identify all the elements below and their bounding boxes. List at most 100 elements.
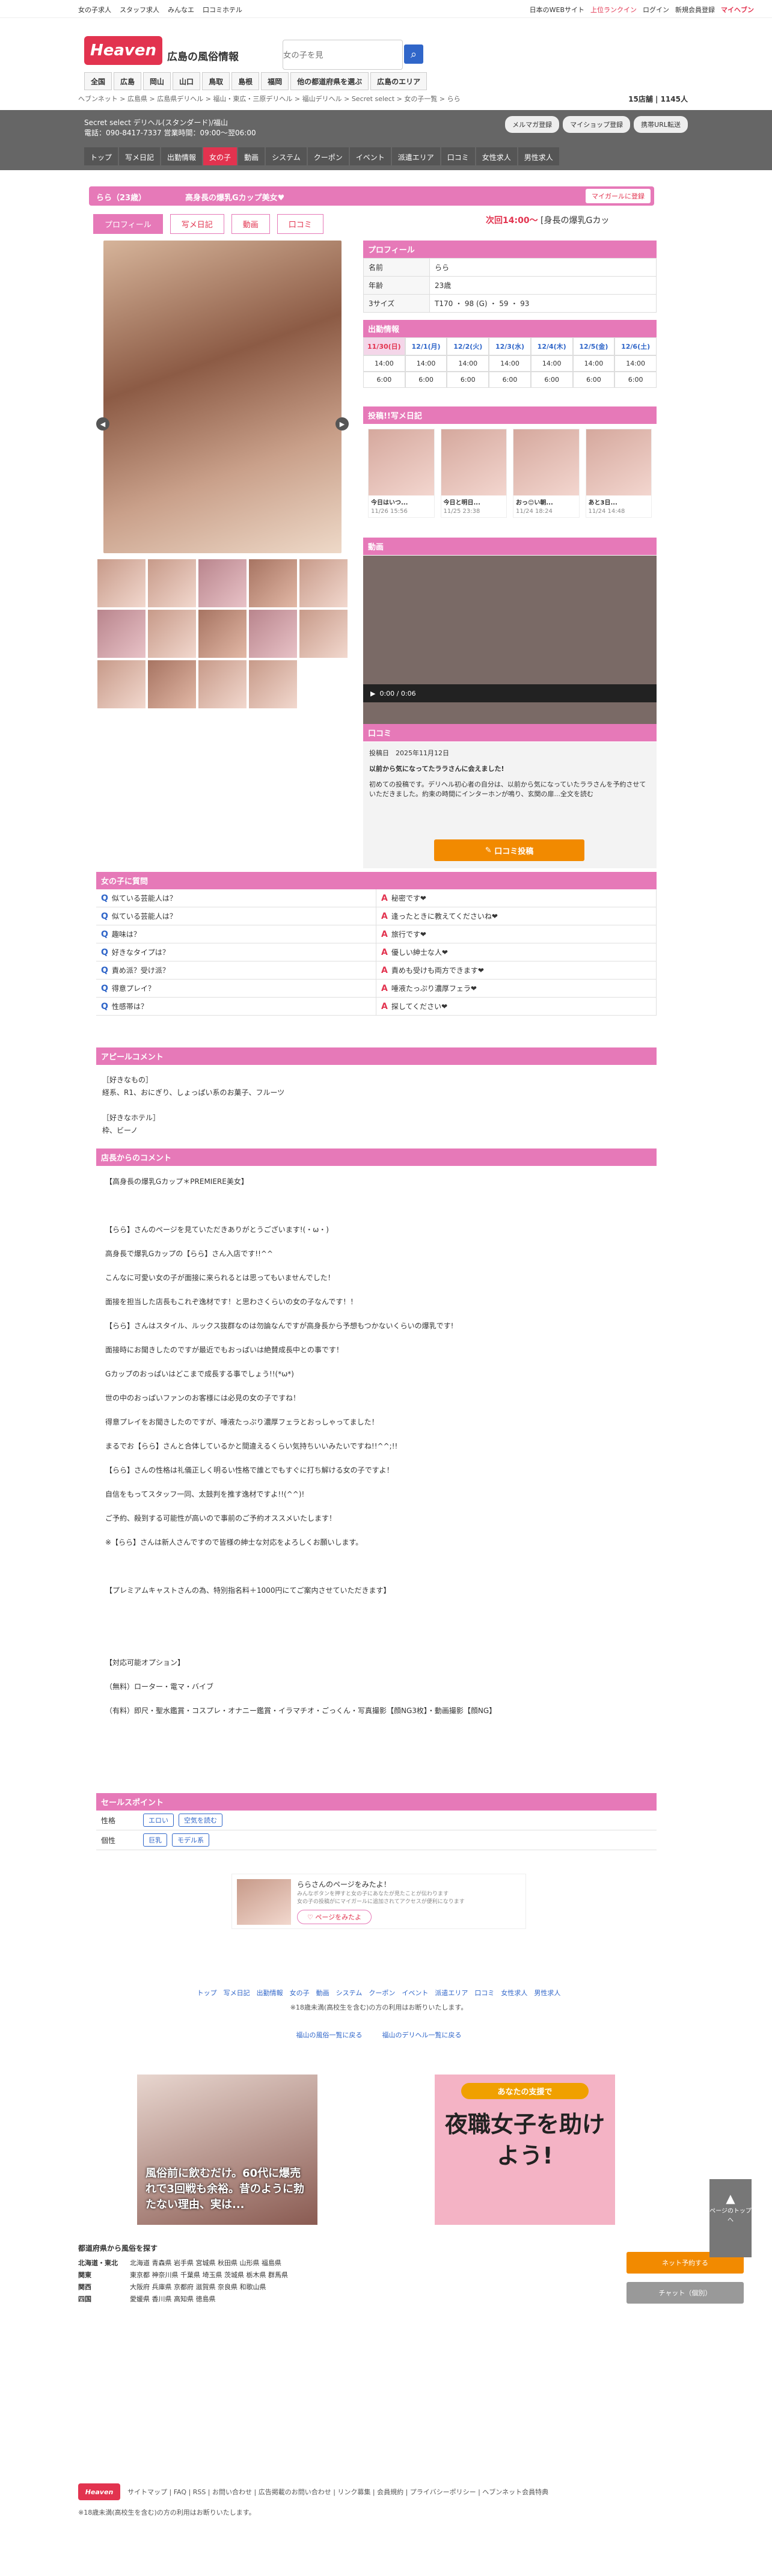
breadcrumb[interactable]: ヘブンネット > 広島県 > 広島県デリヘル > 福山・東広・三原デリヘル > … bbox=[78, 94, 679, 103]
sales-tag[interactable]: 巨乳 bbox=[143, 1833, 167, 1847]
shopnav-item[interactable]: 女性求人 bbox=[476, 147, 517, 165]
diary-card-title: 今日はいつ... bbox=[371, 500, 408, 506]
thumbnail[interactable] bbox=[249, 610, 297, 658]
thumbnail[interactable] bbox=[148, 610, 196, 658]
footlink[interactable]: 女の子 bbox=[290, 1989, 310, 1997]
region-links[interactable]: 愛媛県 香川県 高知県 徳島県 bbox=[130, 2294, 216, 2304]
thumbnail[interactable] bbox=[198, 610, 247, 658]
nav-item[interactable]: 島根 bbox=[231, 72, 260, 90]
nav-item[interactable]: 全国 bbox=[84, 72, 112, 90]
thumbnail[interactable] bbox=[97, 559, 146, 607]
thumbnail[interactable] bbox=[97, 610, 146, 658]
back-link[interactable]: 福山のデリヘル一覧に戻る bbox=[382, 2031, 462, 2039]
diary-card[interactable]: 今日はいつ... 11/26 15:56 bbox=[368, 429, 435, 518]
diary-card[interactable]: 今日と明日... 11/25 23:38 bbox=[440, 429, 507, 518]
shopnav-item[interactable]: 写メ日記 bbox=[119, 147, 161, 165]
nav-item[interactable]: 岡山 bbox=[143, 72, 171, 90]
region-links[interactable]: 大阪府 兵庫県 京都府 滋賀県 奈良県 和歌山県 bbox=[130, 2282, 266, 2292]
footlink[interactable]: 男性求人 bbox=[534, 1989, 560, 1997]
chat-button[interactable]: チャット（個別） bbox=[626, 2282, 744, 2304]
footer-logo[interactable]: Heaven bbox=[78, 2483, 120, 2500]
shopnav-item[interactable]: イベント bbox=[349, 147, 391, 165]
diary-card[interactable]: あと3日... 11/24 14:48 bbox=[585, 429, 652, 518]
viewed-button[interactable]: ♡ ページをみたよ bbox=[297, 1910, 372, 1924]
chevron-left-icon[interactable]: ◀ bbox=[96, 417, 109, 431]
footer-links[interactable]: サイトマップ | FAQ | RSS | お問い合わせ | 広告掲載のお問い合わ… bbox=[127, 2487, 548, 2497]
region-links[interactable]: 東京都 神奈川県 千葉県 埼玉県 茨城県 栃木県 群馬県 bbox=[130, 2270, 288, 2280]
diary-card[interactable]: おっ😊い朝... 11/24 18:24 bbox=[513, 429, 580, 518]
thumbnail[interactable] bbox=[249, 559, 297, 607]
shopnav-item[interactable]: クーポン bbox=[307, 147, 349, 165]
footlink[interactable]: 出勤情報 bbox=[257, 1989, 283, 1997]
tab-review[interactable]: 口コミ bbox=[277, 214, 323, 234]
nav-item[interactable]: 広島 bbox=[114, 72, 142, 90]
footlink[interactable]: 派遣エリア bbox=[435, 1989, 468, 1997]
thumbnail[interactable] bbox=[249, 660, 297, 708]
mailmag-button[interactable]: メルマガ登録 bbox=[505, 116, 560, 133]
footlink[interactable]: 女性求人 bbox=[501, 1989, 527, 1997]
footlink[interactable]: クーポン bbox=[369, 1989, 395, 1997]
top-link-1[interactable]: スタッフ求人 bbox=[120, 5, 159, 14]
schedule-end: 6:00 bbox=[405, 372, 447, 388]
site-logo[interactable]: Heaven bbox=[84, 36, 162, 65]
schedule-section: 出勤情報 11/30(日) 12/1(月) 12/2(火) 12/3(水) 12… bbox=[363, 320, 657, 388]
shopnav-item[interactable]: 動画 bbox=[238, 147, 265, 165]
thumbnail[interactable] bbox=[299, 559, 348, 607]
sales-tag[interactable]: エロい bbox=[143, 1814, 174, 1827]
search-input[interactable] bbox=[283, 40, 403, 70]
schedule-start: 14:00 bbox=[530, 355, 573, 372]
footlink[interactable]: トップ bbox=[197, 1989, 217, 1997]
footlink[interactable]: イベント bbox=[402, 1989, 428, 1997]
shopnav-item[interactable]: 男性求人 bbox=[518, 147, 559, 165]
sales-tag[interactable]: モデル系 bbox=[172, 1833, 209, 1847]
sales-tag[interactable]: 空気を読む bbox=[179, 1814, 222, 1827]
shopnav-item-active[interactable]: 女の子 bbox=[203, 147, 237, 165]
shop-name[interactable]: Secret select デリヘル(スタンダード)/福山 bbox=[84, 117, 256, 127]
chevron-right-icon[interactable]: ▶ bbox=[335, 417, 349, 431]
nav-item[interactable]: 鳥取 bbox=[202, 72, 230, 90]
tab-video[interactable]: 動画 bbox=[231, 214, 270, 234]
shopnav-item[interactable]: 出勤情報 bbox=[161, 147, 203, 165]
thumbnail[interactable] bbox=[148, 660, 196, 708]
myshop-button[interactable]: マイショップ登録 bbox=[563, 116, 631, 133]
mobile-url-button[interactable]: 携帯URL転送 bbox=[634, 116, 688, 133]
thumbnail[interactable] bbox=[97, 660, 146, 708]
thumbnail[interactable] bbox=[148, 559, 196, 607]
tab-diary[interactable]: 写メ日記 bbox=[170, 214, 224, 234]
footlink[interactable]: 口コミ bbox=[474, 1989, 494, 1997]
thumbnail[interactable] bbox=[299, 610, 348, 658]
thumbnail[interactable] bbox=[198, 559, 247, 607]
footlink[interactable]: 動画 bbox=[316, 1989, 329, 1997]
shopnav-item[interactable]: トップ bbox=[84, 147, 118, 165]
nav-item[interactable]: 広島のエリア bbox=[370, 72, 427, 90]
review-post-button[interactable]: ✎ 口コミ投稿 bbox=[434, 839, 584, 861]
ad-banner-right[interactable]: あなたの支援で 夜職女子を助けよう! bbox=[435, 2075, 615, 2225]
page-top-button[interactable]: ▲ ページのトップへ bbox=[709, 2179, 752, 2257]
shopnav-item[interactable]: システム bbox=[266, 147, 307, 165]
main-photo[interactable] bbox=[103, 241, 342, 553]
region-links[interactable]: 北海道 青森県 岩手県 宮城県 秋田県 山形県 福島県 bbox=[130, 2258, 281, 2268]
footlink[interactable]: システム bbox=[336, 1989, 363, 1997]
nav-item[interactable]: 山口 bbox=[173, 72, 201, 90]
review-text[interactable]: 初めての投稿です。デリヘル初心者の自分は、以前から気になっていたララさんを予約さ… bbox=[369, 779, 651, 799]
tab-profile[interactable]: プロフィール bbox=[93, 214, 163, 234]
top-link-0[interactable]: 女の子求人 bbox=[78, 5, 111, 14]
appeal-title: アピールコメント bbox=[96, 1047, 657, 1065]
footlink[interactable]: 写メ日記 bbox=[224, 1989, 250, 1997]
top-link-3[interactable]: 口コミホテル bbox=[203, 5, 242, 14]
search-icon[interactable]: ⌕ bbox=[404, 44, 423, 64]
play-icon[interactable]: ▶ bbox=[370, 690, 375, 698]
myheaven-link[interactable]: マイヘブン bbox=[721, 5, 754, 14]
back-link[interactable]: 福山の風俗一覧に戻る bbox=[296, 2031, 363, 2039]
top-link-2[interactable]: みんなエ bbox=[168, 5, 194, 14]
nav-item[interactable]: 福岡 bbox=[261, 72, 289, 90]
shopnav-item[interactable]: 派遣エリア bbox=[391, 147, 440, 165]
nav-item[interactable]: 他の都道府県を選ぶ bbox=[290, 72, 369, 90]
review-headline[interactable]: 以前から気になってたララさんに会えました! bbox=[369, 764, 651, 773]
shopnav-item[interactable]: 口コミ bbox=[441, 147, 475, 165]
mygirl-button[interactable]: マイガールに登録 bbox=[586, 189, 651, 203]
register-link[interactable]: 新規会員登録 bbox=[675, 5, 715, 14]
ad-banner-left[interactable]: 風俗前に飲むだけ。60代に爆売れで3回戦も余裕。昔のように勃たない理由、実は..… bbox=[137, 2075, 317, 2225]
login-link[interactable]: ログイン bbox=[643, 5, 669, 14]
thumbnail[interactable] bbox=[198, 660, 247, 708]
